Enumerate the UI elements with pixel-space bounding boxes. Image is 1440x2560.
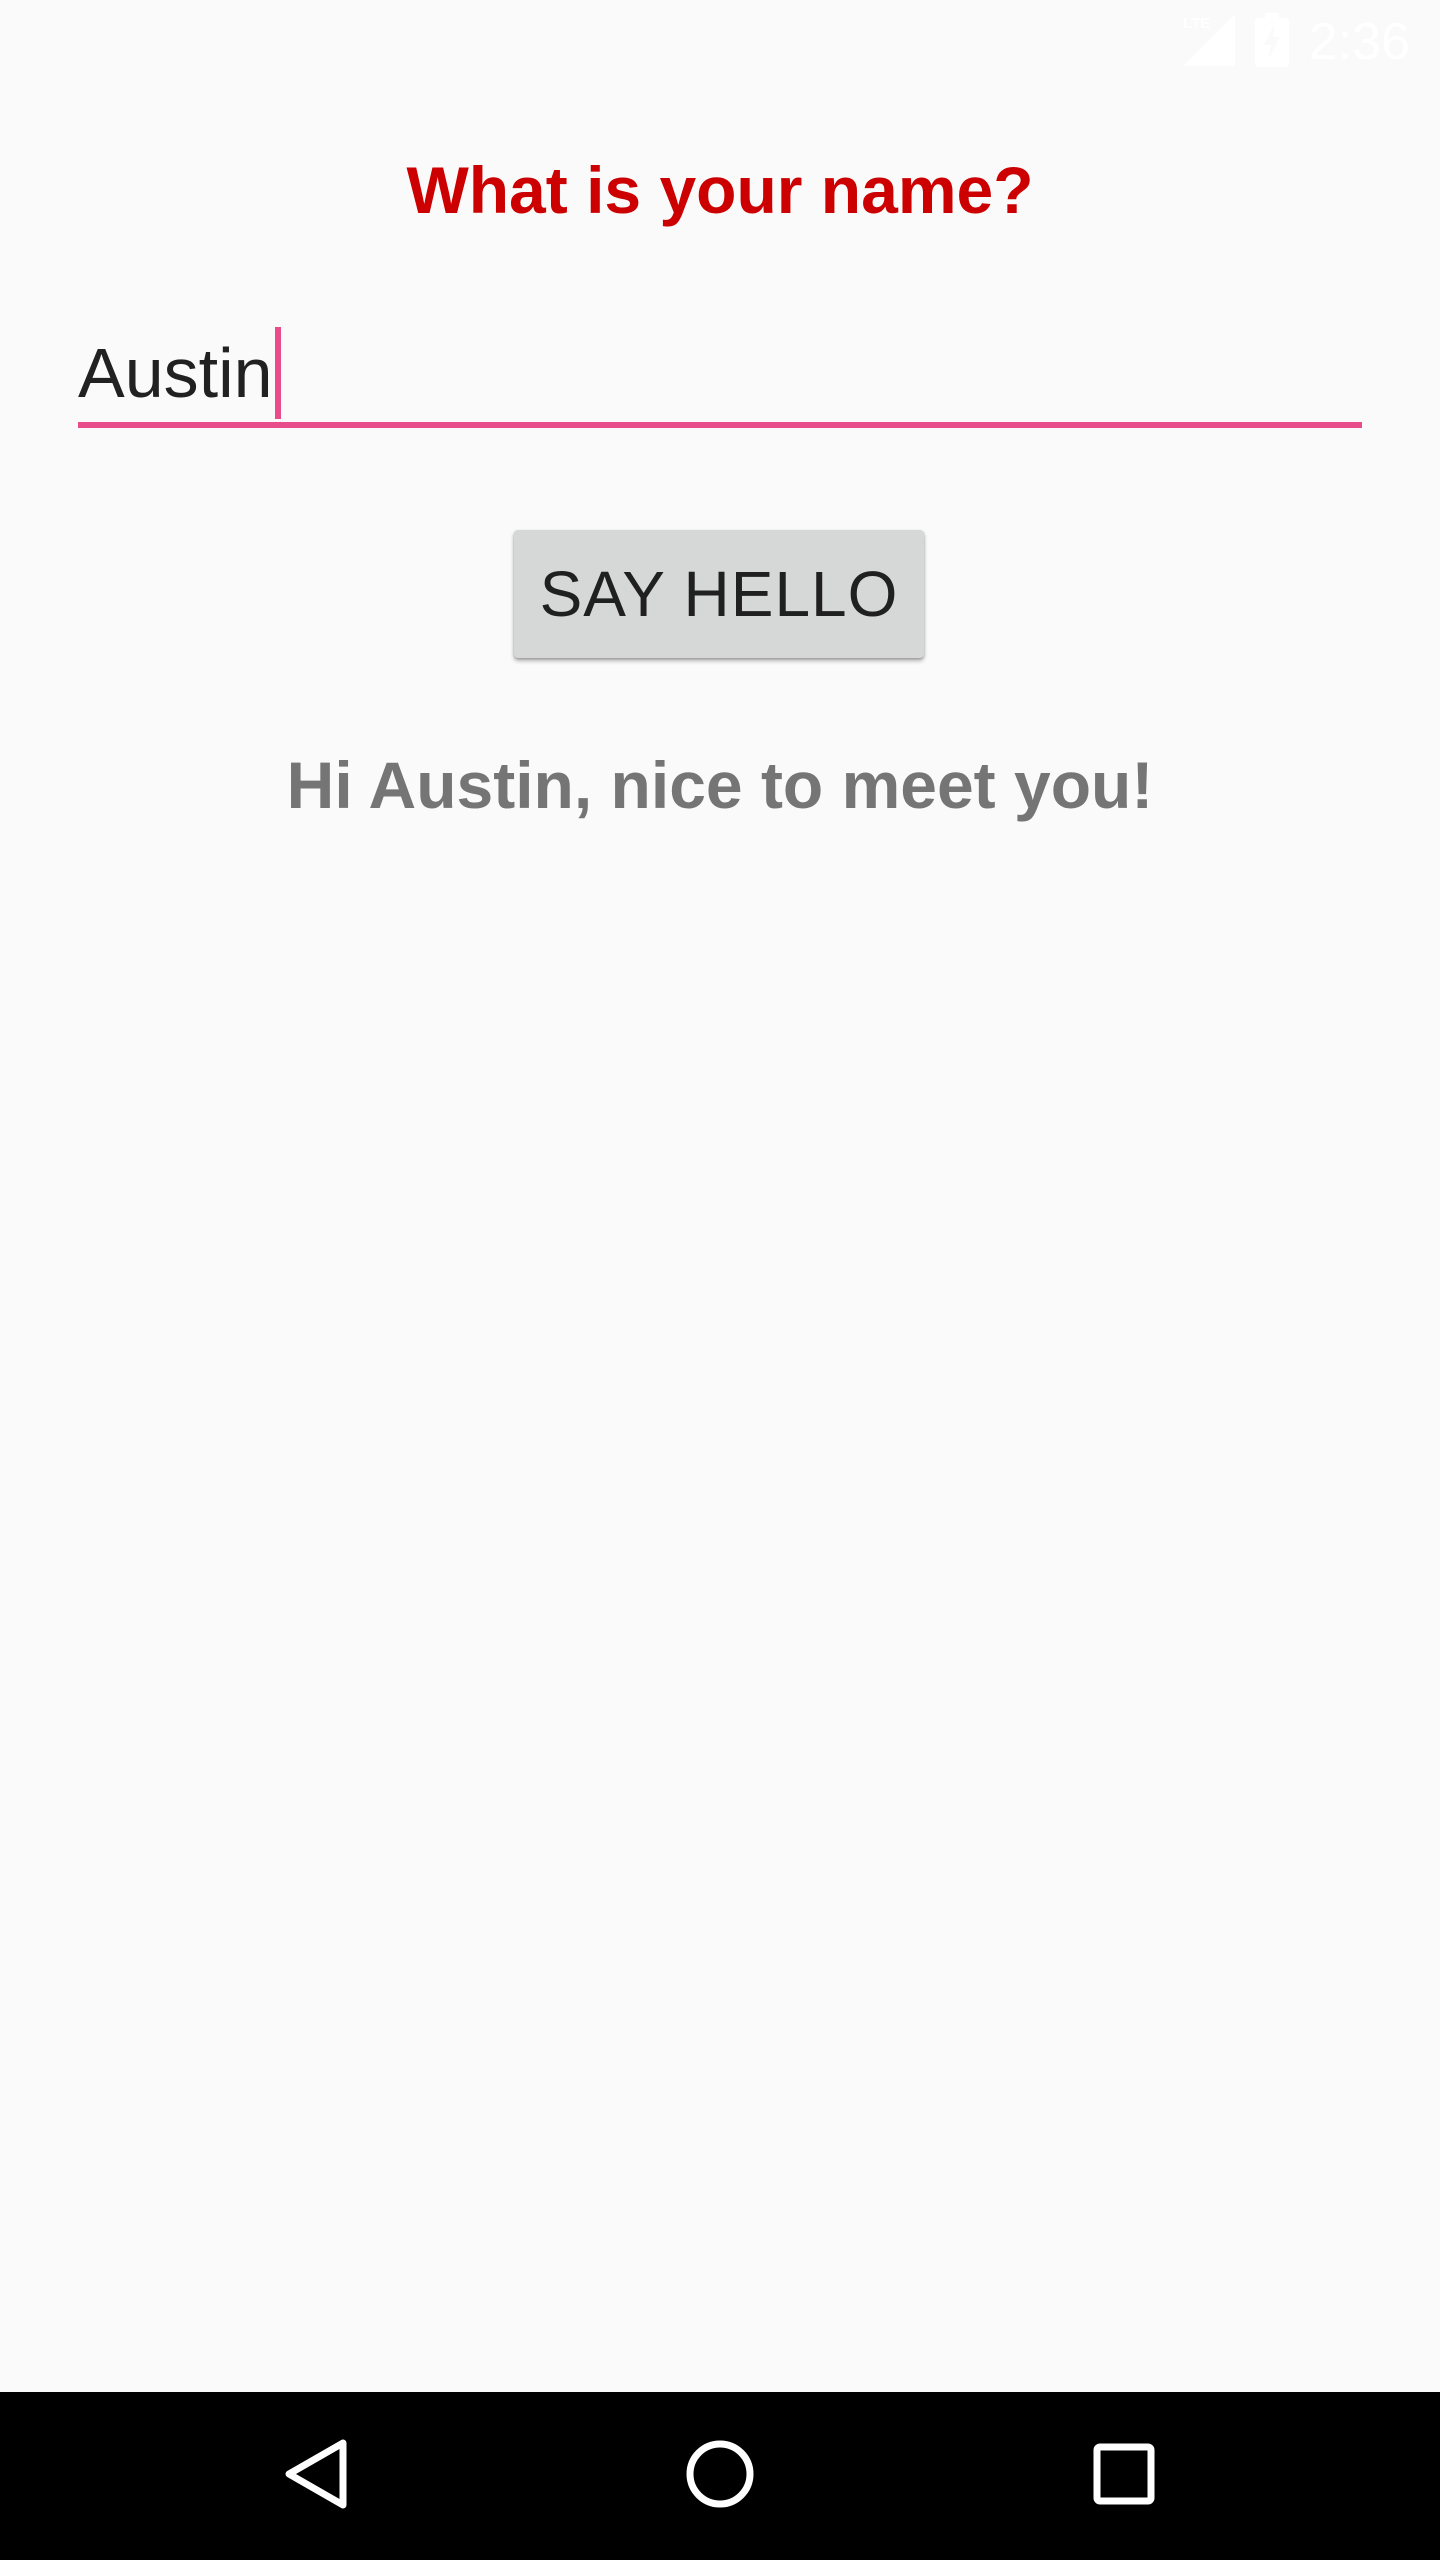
lte-signal-icon: LTE [1181, 13, 1235, 71]
name-input-field[interactable]: Austin [78, 322, 1362, 428]
status-icons: LTE 2:36 [1181, 12, 1410, 72]
name-input-value[interactable]: Austin [78, 326, 281, 425]
name-question-heading: What is your name? [406, 153, 1034, 227]
status-bar: LTE 2:36 [0, 0, 1440, 84]
home-button[interactable] [670, 2426, 770, 2526]
network-type-label: LTE [1183, 15, 1210, 32]
greeting-message: Hi Austin, nice to meet you! [286, 748, 1154, 822]
status-time: 2:36 [1308, 13, 1410, 71]
say-hello-button[interactable]: SAY HELLO [514, 530, 924, 658]
navigation-bar [0, 2392, 1440, 2560]
home-icon [684, 2438, 756, 2515]
recents-icon [1092, 2442, 1156, 2511]
back-icon [281, 2437, 351, 2516]
back-button[interactable] [266, 2426, 366, 2526]
recents-button[interactable] [1074, 2426, 1174, 2526]
text-cursor [274, 326, 281, 419]
battery-charging-icon [1254, 12, 1289, 72]
